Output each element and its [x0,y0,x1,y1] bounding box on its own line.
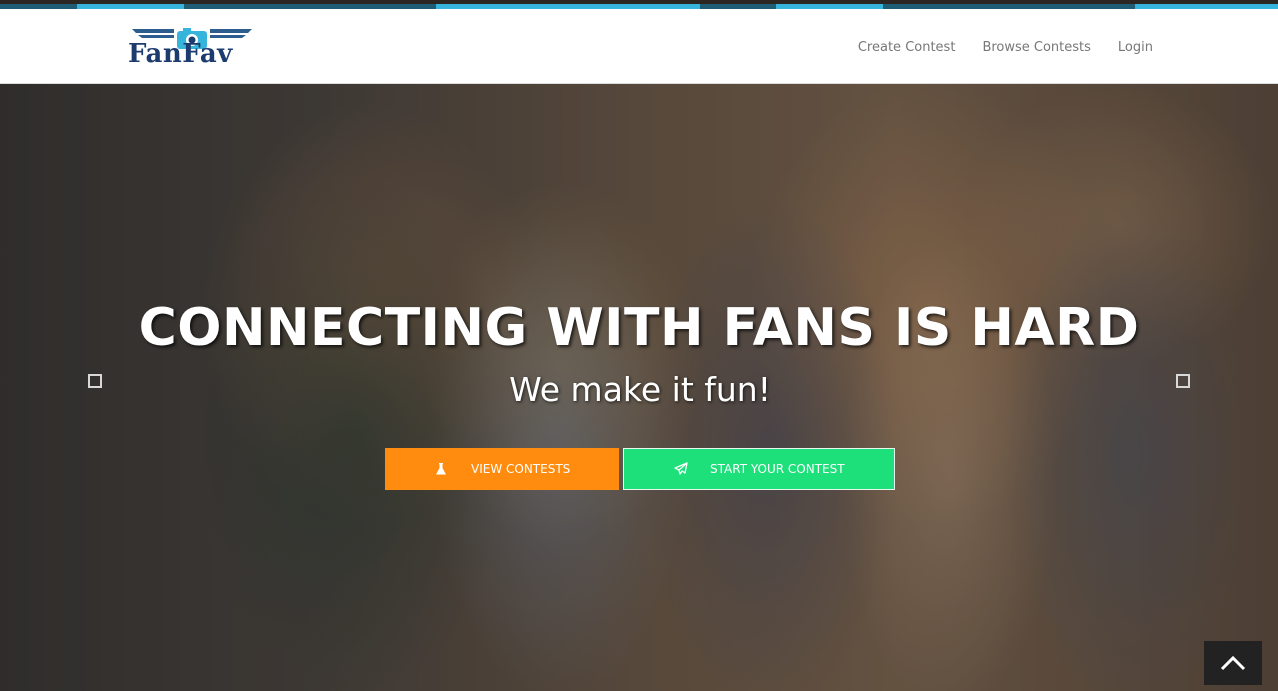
hero-subtitle: We make it fun! [509,370,771,409]
fanfav-logo[interactable]: FanFav [128,25,256,73]
nav-browse-contests[interactable]: Browse Contests [982,40,1090,55]
nav-login[interactable]: Login [1118,40,1153,55]
start-contest-button[interactable]: START YOUR CONTEST [623,448,895,490]
hero-title: CONNECTING WITH FANS IS HARD [138,298,1140,358]
paper-plane-icon [674,462,688,476]
view-contests-label: VIEW CONTESTS [471,462,571,476]
logo-text: FanFav [128,39,233,69]
scroll-to-top-button[interactable] [1204,641,1262,685]
top-color-strip [0,0,1278,9]
hero-section: CONNECTING WITH FANS IS HARD We make it … [0,84,1278,691]
site-header: FanFav Create Contest Browse Contests Lo… [0,9,1278,84]
main-nav: Create Contest Browse Contests Login [858,40,1153,55]
start-contest-label: START YOUR CONTEST [710,462,845,476]
chevron-up-icon [1220,655,1246,671]
view-contests-button[interactable]: VIEW CONTESTS [385,448,619,490]
nav-create-contest[interactable]: Create Contest [858,40,956,55]
flask-icon [435,462,449,476]
